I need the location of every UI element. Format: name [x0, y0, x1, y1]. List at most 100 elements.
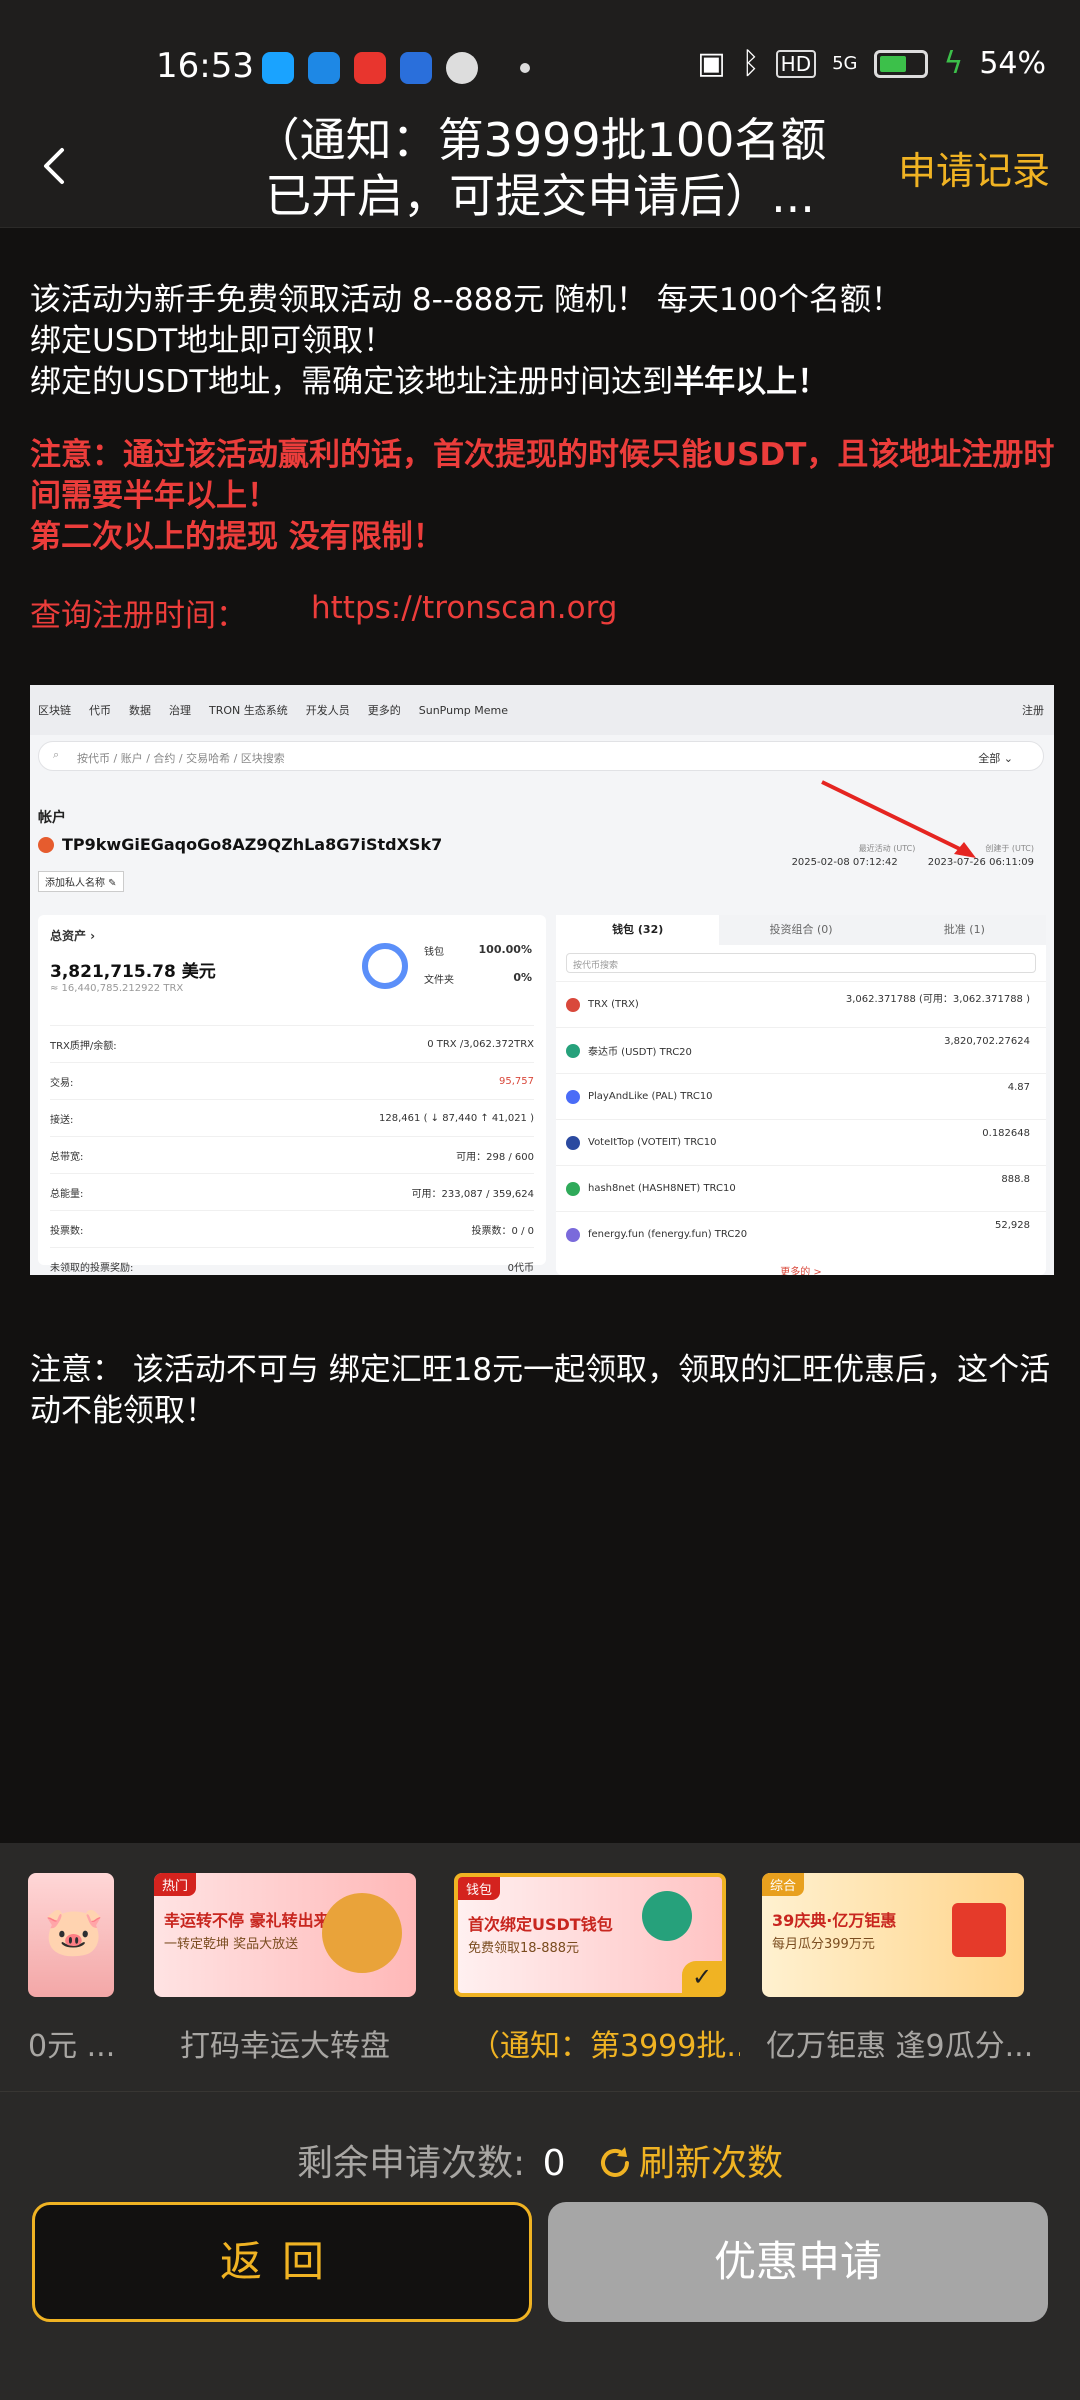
row-value: 可用：298 / 600	[456, 1151, 534, 1163]
created-label: 创建于 (UTC)	[985, 844, 1034, 853]
page-title-line1: （通知：第3999批100名额	[253, 113, 827, 167]
search-placeholder: 按代币 / 账户 / 合约 / 交易哈希 / 区块搜索	[77, 752, 285, 765]
nav-item: SunPump Meme	[418, 703, 509, 717]
query-label: 查询注册时间：	[30, 598, 247, 634]
tab-wallet: 钱包 (32)	[556, 915, 720, 945]
promo-subline: 一转定乾坤 奖品大放送	[164, 1937, 299, 1952]
row-value: 投票数：0 / 0	[471, 1225, 534, 1237]
wallet-pct: 100.00%	[478, 943, 532, 956]
token-name: fenergy.fun (fenergy.fun) TRC20	[588, 1229, 748, 1240]
back-button[interactable]: 返回	[32, 2202, 532, 2322]
back-arrow-icon[interactable]	[28, 138, 84, 194]
bluetooth-icon: ᛒ	[741, 46, 760, 81]
warning-line: 注意：通过该活动赢利的话，首次提现的时候只能USDT，且该地址注册时	[30, 437, 1055, 473]
assets-row: TRX质押/余额: 0 TRX /3,062.372TRX	[50, 1025, 534, 1062]
token-row: VoteItTop (VOTEIT) TRC10 0.182648	[556, 1119, 1046, 1165]
tronscan-nav: 区块链 代币 数据 治理 TRON 生态系统 开发人员 更多的 SunPump …	[30, 685, 1054, 735]
promo-card[interactable]: 🐷	[28, 1873, 114, 1997]
nav-item: 区块链	[38, 704, 71, 717]
note-line: 动不能领取！	[30, 1393, 216, 1429]
intro-paragraph: 该活动为新手免费领取活动 8--888元 随机！ 每天100个名额！ 绑定USD…	[30, 280, 1060, 403]
token-amount: 0.182648	[982, 1128, 1030, 1139]
intro-line: 绑定的USDT地址，需确定该地址注册时间达到半年以上！	[30, 362, 1060, 403]
token-row: hash8net (HASH8NET) TRC10 888.8	[556, 1165, 1046, 1211]
token-name: VoteItTop (VOTEIT) TRC10	[588, 1137, 717, 1148]
pig-mascot-icon: 🐷	[44, 1904, 104, 1960]
row-key: 未领取的投票奖励:	[50, 1262, 134, 1274]
promo-subline: 每月瓜分399万元	[772, 1937, 875, 1952]
red-arrow-annotation	[821, 780, 976, 858]
promo-card-label[interactable]: 亿万钜惠 逢9瓜分...	[766, 2021, 1036, 2065]
wechat-icon	[446, 52, 478, 84]
signal-icon: 5G	[832, 53, 858, 74]
promo-card-label[interactable]: 0元 ...	[28, 2021, 118, 2065]
nav-item: 治理	[169, 704, 191, 717]
row-key: 接送:	[50, 1114, 74, 1126]
assets-panel: 总资产 › 3,821,715.78 美元 ≈ 16,440,785.21292…	[38, 915, 546, 1274]
voteit-icon	[566, 1135, 580, 1150]
promo-ribbon: 综合	[762, 1873, 805, 1896]
promo-card[interactable]: 综合 39庆典·亿万钜惠 每月瓜分399万元	[762, 1873, 1024, 1997]
nav-item: 开发人员	[305, 704, 350, 717]
promo-headline: 幸运转不停 豪礼转出来	[164, 1911, 330, 1930]
promo-card[interactable]: 热门 幸运转不停 豪礼转出来 一转定乾坤 奖品大放送	[154, 1873, 416, 1997]
refresh-button[interactable]: 刷新次数	[597, 2143, 783, 2184]
account-label: 帐户	[38, 810, 66, 826]
assets-rows: TRX质押/余额: 0 TRX /3,062.372TRX 交易: 95,757 接…	[50, 1025, 534, 1275]
promo-ribbon: 钱包	[458, 1877, 501, 1900]
refresh-label: 刷新次数	[638, 2143, 783, 2184]
warning-line: 第二次以上的提现 没有限制！	[30, 519, 444, 555]
qq-icon	[262, 52, 294, 84]
row-key: 总带宽:	[50, 1151, 84, 1163]
app-icon	[400, 52, 432, 84]
hd-icon: HD	[775, 49, 817, 78]
promo-headline: 首次绑定USDT钱包	[468, 1915, 613, 1934]
assets-row: 未领取的投票奖励: 0代币	[50, 1247, 534, 1275]
file-label: 文件夹	[424, 975, 454, 986]
apply-button[interactable]: 优惠申请	[548, 2202, 1048, 2322]
remaining-count: 0	[542, 2143, 566, 2184]
token-search: 按代币搜索	[566, 953, 1036, 973]
private-name-tag: 添加私人名称 ✎	[38, 871, 124, 892]
search-icon: ⌕	[53, 748, 60, 761]
assets-row: 交易: 95,757	[50, 1062, 534, 1099]
nav-item: 数据	[129, 704, 151, 717]
token-name: hash8net (HASH8NET) TRC10	[588, 1183, 736, 1194]
nav-register: 注册	[1022, 704, 1044, 717]
row-value: 可用：233,087 / 359,624	[411, 1188, 534, 1200]
promo-content: 该活动为新手免费领取活动 8--888元 随机！ 每天100个名额！ 绑定USD…	[30, 280, 1060, 635]
nav-item: 更多的	[367, 704, 401, 717]
apply-record-link[interactable]: 申请记录	[898, 140, 1050, 195]
search-scope: 全部 ⌄	[978, 752, 1013, 765]
row-value: 95,757	[499, 1075, 534, 1087]
token-row: 泰达币 (USDT) TRC20 3,820,702.27624	[556, 1027, 1046, 1073]
token-name: 泰达币 (USDT) TRC20	[588, 1047, 692, 1058]
refresh-icon	[600, 2147, 629, 2177]
promo-card-label[interactable]: （通知：第3999批...	[470, 2021, 740, 2065]
tronscan-link[interactable]: https://tronscan.org	[311, 590, 618, 635]
promo-carousel[interactable]: 🐷 0元 ... 热门 幸运转不停 豪礼转出来 一转定乾坤 奖品大放送 打码幸运…	[0, 1843, 1080, 2091]
remaining-label: 剩余申请次数:	[297, 2143, 526, 2184]
warning-paragraph: 注意：通过该活动赢利的话，首次提现的时候只能USDT，且该地址注册时 间需要半年…	[30, 435, 1060, 558]
row-key: TRX质押/余额:	[50, 1040, 117, 1052]
battery-icon	[873, 49, 928, 78]
notification-icons	[262, 52, 530, 84]
token-amount: 52,928	[995, 1220, 1030, 1231]
token-row: fenergy.fun (fenergy.fun) TRC20 52,928	[556, 1211, 1046, 1257]
intro-emphasis: 半年以上！	[673, 364, 829, 400]
note-line: 注意： 该活动不可与 绑定汇旺18元一起领取，领取的汇旺优惠后，这个活	[30, 1352, 1051, 1388]
address-text: TP9kwGiEGaqoGo8AZ9QZhLa8G7iStdXSk7	[62, 835, 443, 854]
promo-ribbon: 热门	[154, 1873, 197, 1896]
trx-icon	[566, 997, 580, 1012]
row-key: 总能量:	[50, 1188, 84, 1200]
tab-approvals: 批准 (1)	[943, 923, 985, 936]
account-address: TP9kwGiEGaqoGo8AZ9QZhLa8G7iStdXSk7	[38, 835, 442, 854]
assets-row: 投票数: 投票数：0 / 0	[50, 1210, 534, 1247]
tab-portfolio: 投资组合 (0)	[769, 923, 833, 936]
total-trx: ≈ 16,440,785.212922 TRX	[50, 983, 184, 994]
assets-row: 总能量: 可用：233,087 / 359,624	[50, 1173, 534, 1210]
promo-card-selected[interactable]: 钱包 首次绑定USDT钱包 免费领取18-888元 ✓	[454, 1873, 726, 1997]
file-pct: 0%	[513, 971, 532, 984]
promo-card-label[interactable]: 打码幸运大转盘	[180, 2021, 400, 2065]
token-name: TRX (TRX)	[588, 999, 639, 1010]
